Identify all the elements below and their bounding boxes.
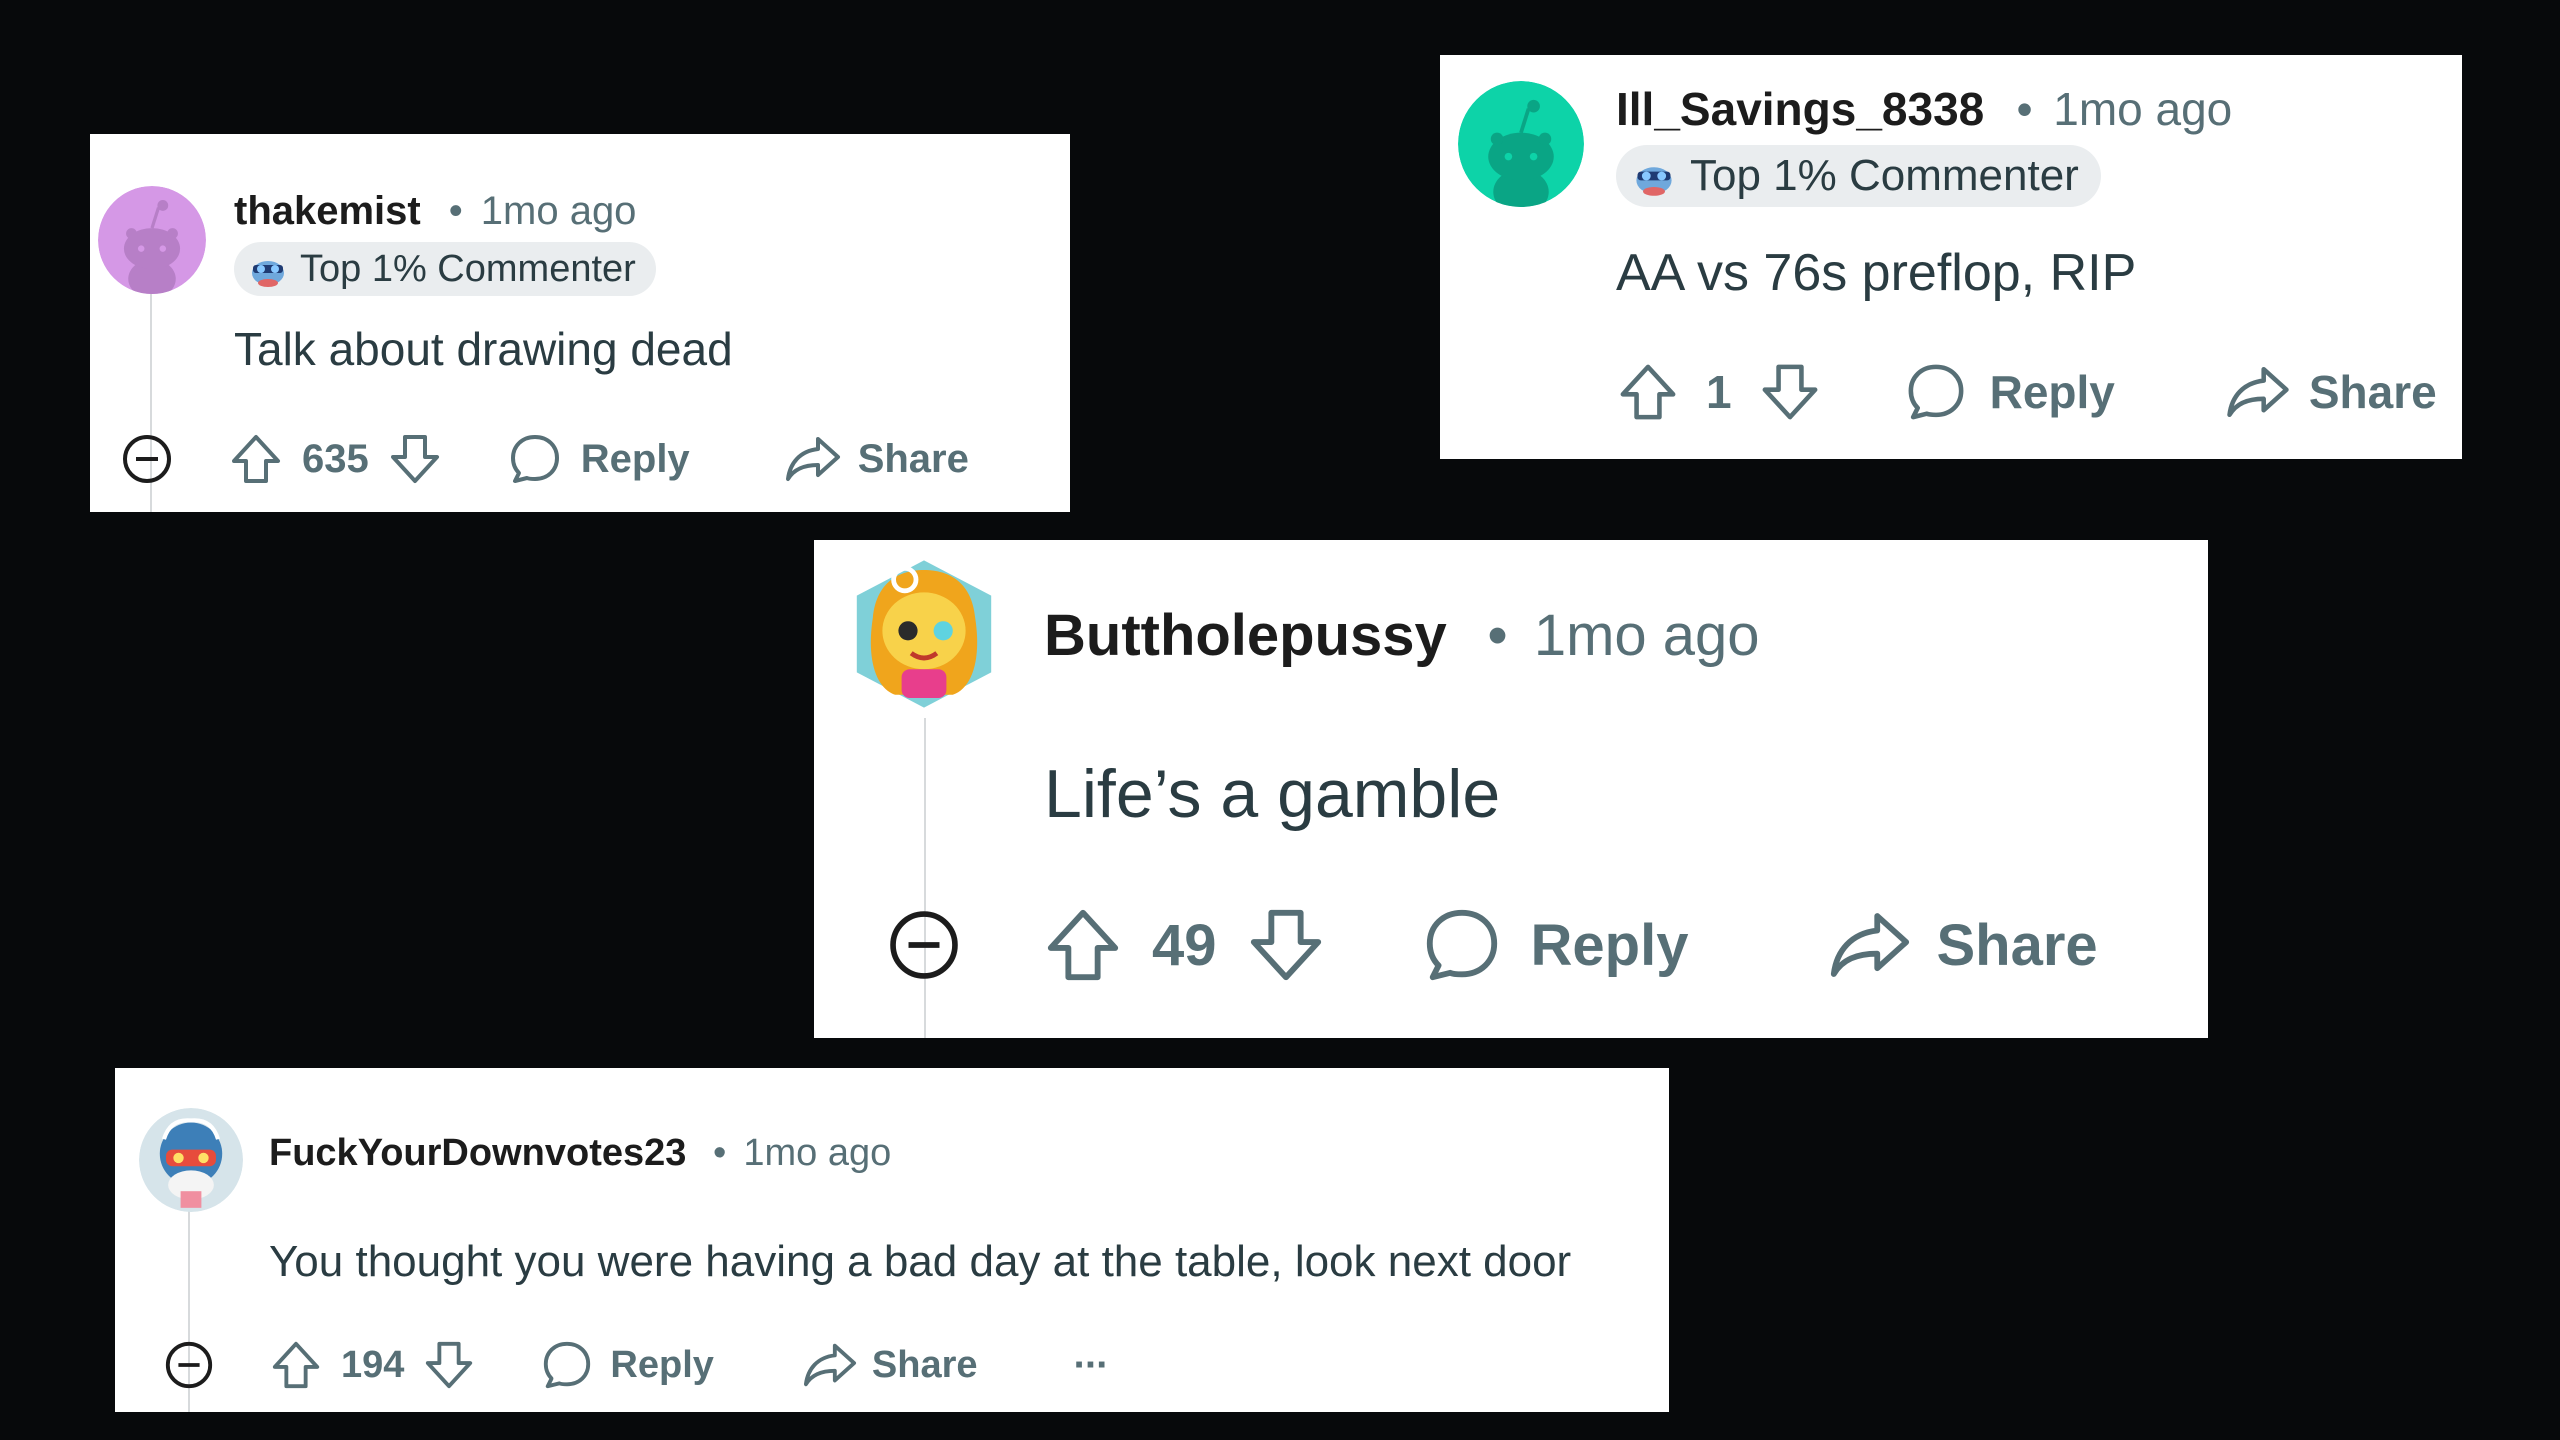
comment-actions: 194 Reply Share ··· <box>163 1330 1110 1400</box>
comment-actions: 49 Reply Share <box>886 890 2098 1000</box>
collapse-button[interactable] <box>163 1339 215 1391</box>
upvote-button[interactable] <box>269 1338 323 1392</box>
upvote-button[interactable] <box>1616 360 1680 424</box>
timestamp[interactable]: 1mo ago <box>743 1132 891 1175</box>
collapse-icon <box>123 435 171 483</box>
character-avatar-icon <box>856 560 992 708</box>
comment-text: You thought you were having a bad day at… <box>269 1237 1572 1286</box>
comment-bubble-icon <box>510 435 559 483</box>
upvote-icon <box>1047 909 1119 981</box>
vote-count: 1 <box>1706 366 1732 418</box>
comment-text: Life’s a gamble <box>1044 756 1501 832</box>
upvote-icon <box>272 1341 320 1389</box>
character-avatar-icon <box>139 1108 243 1212</box>
reply-label: Reply <box>1530 912 1689 978</box>
snoo-avatar-icon <box>98 186 206 294</box>
top-commenter-icon <box>252 261 284 287</box>
reply-label: Reply <box>610 1343 714 1386</box>
snoo-avatar-icon <box>1458 81 1584 207</box>
flair-badge: Top 1% Commenter <box>1616 145 2101 207</box>
upvote-button[interactable] <box>228 431 284 487</box>
collapse-button[interactable] <box>886 907 962 983</box>
collapse-button[interactable] <box>120 432 184 486</box>
downvote-button[interactable] <box>1758 360 1822 424</box>
comment-bubble-icon <box>1426 909 1497 981</box>
downvote-icon <box>1250 909 1321 981</box>
separator-dot: • <box>2016 83 2033 135</box>
timestamp[interactable]: 1mo ago <box>481 189 637 234</box>
reply-button[interactable]: Reply <box>1904 360 2115 424</box>
username[interactable]: FuckYourDownvotes23 <box>269 1132 686 1175</box>
collapse-icon <box>890 911 958 979</box>
timestamp[interactable]: 1mo ago <box>2053 82 2232 136</box>
reply-button[interactable]: Reply <box>1421 904 1689 986</box>
share-button[interactable]: Share <box>784 431 969 487</box>
more-options-button[interactable]: ··· <box>1074 1343 1110 1388</box>
share-label: Share <box>857 436 969 481</box>
comment-card-buttholepussy: Buttholepussy • 1mo ago Life’s a gamble … <box>814 540 2208 1038</box>
comment-card-fuckyourdownvotes23: FuckYourDownvotes23 • 1mo ago You though… <box>115 1068 1669 1412</box>
comment-bubble-icon <box>544 1341 591 1389</box>
downvote-button[interactable] <box>422 1338 476 1392</box>
downvote-icon <box>426 1341 473 1389</box>
share-icon <box>803 1343 856 1387</box>
reply-label: Reply <box>580 436 690 481</box>
flair-label: Top 1% Commenter <box>300 247 636 290</box>
downvote-icon <box>1762 364 1818 420</box>
separator-dot: • <box>448 188 463 233</box>
share-button[interactable]: Share <box>802 1338 978 1392</box>
flair-label: Top 1% Commenter <box>1690 151 2079 200</box>
share-label: Share <box>1936 912 2098 978</box>
username[interactable]: thakemist <box>234 189 421 234</box>
avatar[interactable] <box>844 552 1004 716</box>
comment-bubble-icon <box>1908 364 1964 420</box>
share-icon <box>1831 913 1910 977</box>
upvote-icon <box>232 435 280 483</box>
comment-text: AA vs 76s preflop, RIP <box>1616 244 2137 302</box>
upvote-icon <box>1620 364 1676 420</box>
comment-card-thakemist: thakemist • 1mo ago Top 1% Commenter Tal… <box>90 134 1070 512</box>
comment-actions: 1 Reply Share <box>1616 347 2437 437</box>
avatar[interactable] <box>1458 81 1584 207</box>
reply-button[interactable]: Reply <box>540 1338 714 1392</box>
avatar[interactable] <box>139 1108 243 1212</box>
share-button[interactable]: Share <box>2225 360 2437 424</box>
separator-dot: • <box>712 1131 727 1174</box>
username[interactable]: Buttholepussy <box>1044 602 1447 669</box>
share-button[interactable]: Share <box>1828 904 2098 986</box>
upvote-button[interactable] <box>1042 904 1124 986</box>
share-label: Share <box>871 1343 978 1386</box>
reply-button[interactable]: Reply <box>507 431 690 487</box>
avatar[interactable] <box>98 186 206 294</box>
collapse-icon <box>165 1341 213 1389</box>
downvote-button[interactable] <box>1245 904 1327 986</box>
screenshot-stage: thakemist • 1mo ago Top 1% Commenter Tal… <box>0 0 2560 1440</box>
vote-count: 635 <box>302 436 369 481</box>
reply-label: Reply <box>1989 366 2115 418</box>
share-label: Share <box>2308 366 2437 418</box>
timestamp[interactable]: 1mo ago <box>1534 602 1760 669</box>
share-icon <box>2227 366 2289 418</box>
comment-text: Talk about drawing dead <box>234 323 733 375</box>
downvote-button[interactable] <box>387 431 443 487</box>
separator-dot: • <box>1487 602 1508 668</box>
comment-actions: 635 Reply Share <box>120 416 969 502</box>
comment-card-ill-savings: Ill_Savings_8338 • 1mo ago Top 1% Commen… <box>1440 55 2462 459</box>
downvote-icon <box>390 435 439 483</box>
flair-badge: Top 1% Commenter <box>234 242 656 296</box>
username[interactable]: Ill_Savings_8338 <box>1616 82 1984 136</box>
vote-count: 49 <box>1152 912 1217 978</box>
share-icon <box>785 437 840 481</box>
vote-count: 194 <box>341 1343 405 1386</box>
top-commenter-icon <box>1636 167 1672 196</box>
